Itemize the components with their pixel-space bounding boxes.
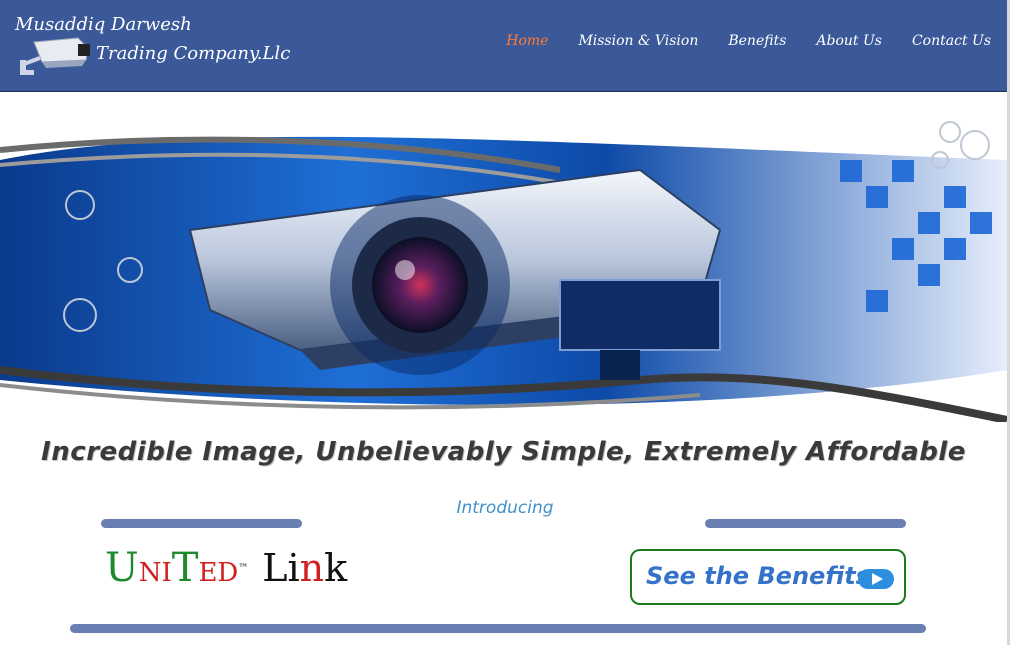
nav-contact-us[interactable]: Contact Us	[912, 33, 991, 49]
hero-camera-illustration	[0, 120, 1007, 422]
see-benefits-label: See the Benefits	[646, 562, 870, 590]
brand-name-line2[interactable]: Trading Company.Llc	[96, 43, 290, 64]
nav-mission-vision[interactable]: Mission & Vision	[578, 33, 698, 49]
brand-name-line1[interactable]: Musaddiq Darwesh	[15, 14, 192, 35]
play-arrow-icon	[858, 569, 894, 589]
site-header: Musaddiq Darwesh Trading Company.Llc Hom…	[0, 0, 1007, 92]
divider-right	[705, 519, 906, 528]
logo-letters-li: Li	[262, 546, 300, 590]
hero-banner	[0, 120, 1007, 422]
logo-letter-n: n	[299, 546, 325, 590]
united-link-logo: UNITED™ Link	[105, 545, 347, 597]
introducing-label: Introducing	[456, 498, 554, 518]
divider-bottom	[70, 624, 926, 633]
logo-letters-ed: ED	[198, 558, 239, 588]
nav-benefits[interactable]: Benefits	[728, 33, 786, 49]
logo-letter-t: T	[171, 545, 199, 591]
nav-home[interactable]: Home	[506, 33, 548, 49]
tagline: Incredible Image, Unbelievably Simple, E…	[41, 437, 966, 467]
nav-about-us[interactable]: About Us	[816, 33, 882, 49]
divider-left	[101, 519, 302, 528]
security-camera-icon	[20, 37, 90, 75]
see-benefits-button[interactable]: See the Benefits	[630, 549, 906, 605]
logo-letters-ni: NI	[138, 558, 172, 588]
logo-letter-k: k	[324, 546, 348, 590]
main-nav: Home Mission & Vision Benefits About Us …	[476, 33, 991, 49]
logo-letter-u: U	[105, 545, 139, 591]
logo-trademark: ™	[238, 563, 249, 574]
